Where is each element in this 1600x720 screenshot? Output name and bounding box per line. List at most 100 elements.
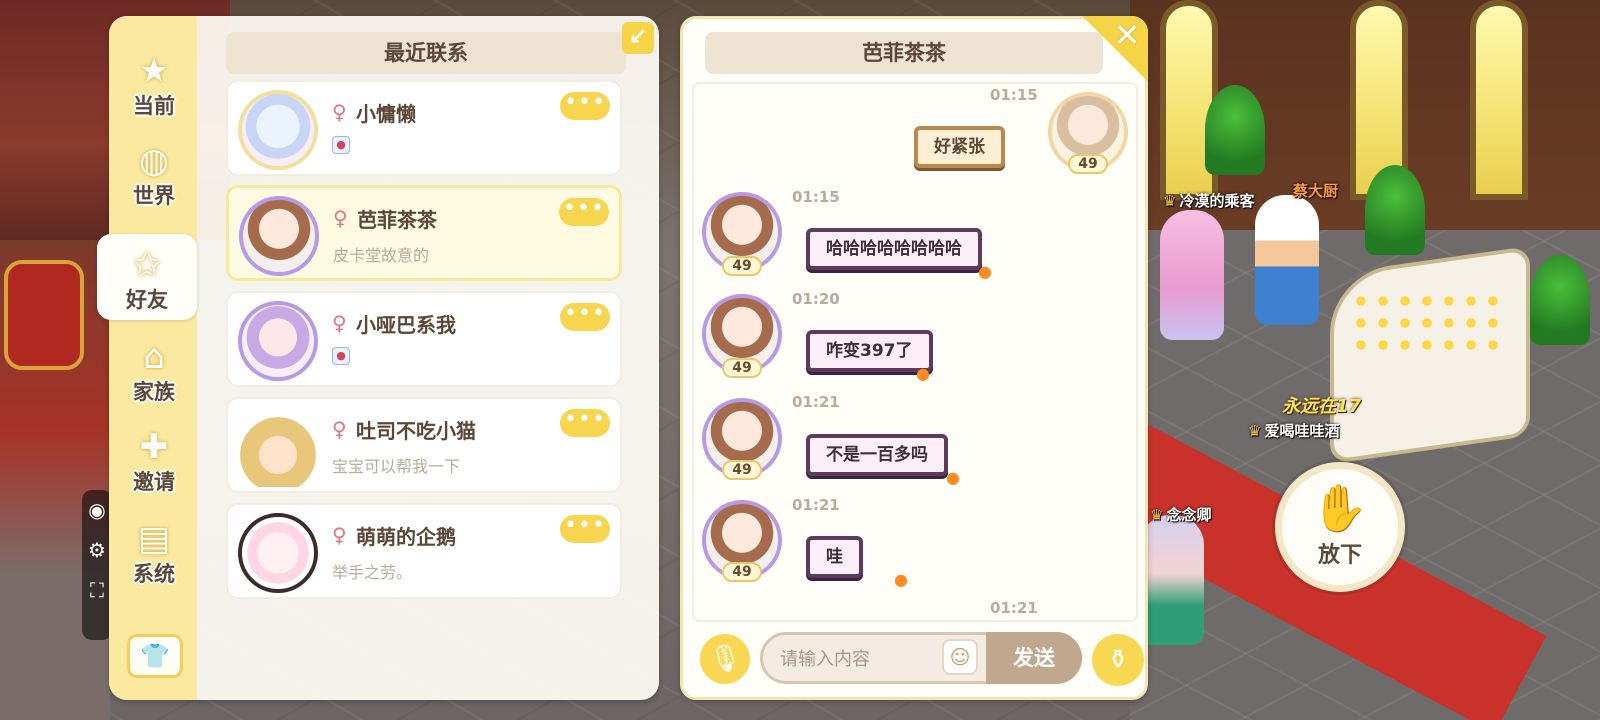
last-message-preview: 皮卡堂故意的 xyxy=(333,246,430,265)
female-icon: ♀ xyxy=(332,417,347,441)
pet-icon: ● xyxy=(332,347,350,365)
contact-name: 芭菲茶茶 xyxy=(357,208,437,232)
chat-title: 芭菲茶茶 xyxy=(705,32,1103,74)
tab-label: 好友 xyxy=(126,288,168,312)
tab-invite[interactable]: ✚ 邀请 xyxy=(113,416,195,502)
pumpkin-icon: ● xyxy=(946,468,960,487)
more-options-button[interactable]: ••• xyxy=(560,515,610,543)
message-bubble[interactable]: 咋变397了 xyxy=(806,330,933,372)
level-badge: 49 xyxy=(722,460,762,480)
avatar xyxy=(238,90,318,170)
tab-label: 邀请 xyxy=(133,470,175,494)
screenshot-icon[interactable]: ⛶ xyxy=(82,578,112,602)
female-icon: ♀ xyxy=(332,100,347,124)
last-message-preview: 举手之劳。 xyxy=(332,563,413,582)
hand-icon: ✋ xyxy=(1311,481,1369,535)
player-name-tag: ♛ 爱喝哇哇酒 xyxy=(1248,422,1340,440)
chat-star-icon: ✩ xyxy=(132,245,162,285)
player-character[interactable] xyxy=(1140,515,1204,645)
pumpkin-icon: ● xyxy=(916,364,930,383)
contact-item[interactable]: ♀ 萌萌的企鹅 举手之劳。 ••• xyxy=(226,503,622,599)
message-time: 01:15 xyxy=(792,188,840,206)
contact-item[interactable]: ♀ 吐司不吃小猫 宝宝可以帮我一下 ••• xyxy=(226,397,622,493)
contact-item[interactable]: ♀ 小哑巴系我 ● ••• xyxy=(226,291,622,387)
arched-window xyxy=(1470,0,1528,200)
microphone-icon[interactable]: 🎙 xyxy=(700,634,750,684)
crown-icon: ♛ xyxy=(1248,422,1262,440)
pumpkin-icon: ● xyxy=(894,570,908,589)
contact-name: 吐司不吃小猫 xyxy=(356,419,476,443)
message-bubble[interactable]: 不是一百多吗 xyxy=(806,434,948,476)
drop-item-label: 放下 xyxy=(1317,543,1362,568)
send-button[interactable]: 发送 xyxy=(986,632,1082,684)
crown-icon: ♛ xyxy=(1163,192,1177,210)
message-time: 01:15 xyxy=(990,86,1038,104)
avatar xyxy=(238,513,318,593)
more-options-button[interactable]: ••• xyxy=(559,198,609,226)
female-icon: ♀ xyxy=(333,206,348,230)
tab-family[interactable]: ⌂ 家族 xyxy=(113,326,195,412)
player-badge: 永远在17 xyxy=(1282,396,1362,417)
message-time: 01:21 xyxy=(792,393,840,411)
player-character[interactable] xyxy=(1255,195,1319,325)
recent-contacts-title: 最近联系 xyxy=(226,32,626,74)
level-badge: 49 xyxy=(722,256,762,276)
player-character[interactable] xyxy=(1160,210,1224,340)
pet-icon: ● xyxy=(332,136,350,154)
emoji-icon[interactable]: ☺ xyxy=(942,639,978,675)
female-icon: ♀ xyxy=(332,523,347,547)
planet-icon: ◍ xyxy=(139,141,169,181)
collapse-icon[interactable]: ↙ xyxy=(622,22,654,54)
avatar xyxy=(239,196,319,276)
level-badge: 49 xyxy=(722,562,762,582)
more-options-button[interactable]: ••• xyxy=(560,409,610,437)
level-badge: 49 xyxy=(1068,154,1108,174)
piano-flowers xyxy=(1350,290,1500,360)
player-name-tag: ♛ 冷漠的乘客 xyxy=(1163,192,1255,210)
message-time: 01:20 xyxy=(792,290,840,308)
message-bubble[interactable]: 好紧张 xyxy=(914,126,1005,168)
tab-label: 系统 xyxy=(133,562,175,586)
potted-plant xyxy=(1530,255,1590,345)
potted-plant xyxy=(1365,165,1425,255)
notice-icon: ▤ xyxy=(137,519,171,559)
drop-item-button[interactable]: ✋ 放下 xyxy=(1275,462,1405,592)
tab-friends[interactable]: ✩ 好友 xyxy=(97,234,197,320)
star-icon: ★ xyxy=(138,51,170,91)
message-time: 01:21 xyxy=(792,496,840,514)
more-options-button[interactable]: ••• xyxy=(560,92,610,120)
close-icon[interactable]: ✕ xyxy=(1110,18,1144,52)
tab-system[interactable]: ▤ 系统 xyxy=(113,508,195,594)
plus-envelope-icon: ✚ xyxy=(139,427,169,467)
potted-plant xyxy=(1205,85,1265,175)
tab-label: 家族 xyxy=(133,380,175,404)
contact-name: 小哑巴系我 xyxy=(356,313,456,337)
red-armchair xyxy=(4,260,84,370)
tab-world[interactable]: ◍ 世界 xyxy=(113,130,195,216)
message-bubble[interactable]: 哈哈哈哈哈哈哈哈 xyxy=(806,228,982,270)
last-message-preview: 宝宝可以帮我一下 xyxy=(332,457,461,476)
message-bubble[interactable]: 哇 xyxy=(806,536,863,578)
avatar xyxy=(238,407,318,487)
tab-rail: ★ 当前 ◍ 世界 ✩ 好友 ⌂ 家族 ✚ 邀请 ▤ 系统 👕 xyxy=(97,16,197,700)
level-badge: 49 xyxy=(722,358,762,378)
player-name-tag: ♛ 念念卿 xyxy=(1150,506,1212,524)
more-options-button[interactable]: ••• xyxy=(560,303,610,331)
player-name-tag: 蔡大厨 xyxy=(1293,182,1339,200)
side-toolbar: ◉ ⚙ ⛶ xyxy=(82,490,112,640)
outfit-icon[interactable]: 👕 xyxy=(127,634,183,678)
message-input[interactable] xyxy=(780,640,940,678)
contact-item[interactable]: ♀ 芭菲茶茶 皮卡堂故意的 ••• xyxy=(226,185,622,281)
settings-icon[interactable]: ⚙ xyxy=(82,538,112,562)
contact-item[interactable]: ♀ 小慵懒 ● ••• xyxy=(226,80,622,176)
message-time: 01:21 xyxy=(990,599,1038,617)
gift-bag-icon[interactable]: ⚱ xyxy=(1092,634,1144,686)
tab-label: 当前 xyxy=(133,94,175,118)
house-icon: ⌂ xyxy=(143,337,165,377)
contact-name: 小慵懒 xyxy=(356,102,416,126)
camera-icon[interactable]: ◉ xyxy=(82,498,112,522)
tab-current[interactable]: ★ 当前 xyxy=(113,40,195,126)
contact-name: 萌萌的企鹅 xyxy=(356,525,456,549)
tab-label: 世界 xyxy=(133,184,175,208)
avatar xyxy=(238,301,318,381)
